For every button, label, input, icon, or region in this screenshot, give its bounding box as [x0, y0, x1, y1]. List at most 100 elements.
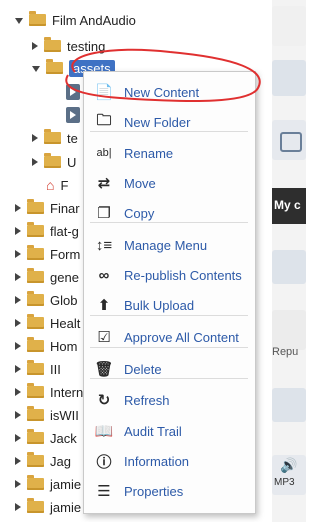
- folder-icon: [27, 245, 44, 260]
- menu-item-refresh[interactable]: ↻ Refresh: [84, 387, 255, 413]
- tree-node-f[interactable]: ⌂ F: [46, 174, 68, 196]
- folder-icon: [27, 199, 44, 214]
- tree-node[interactable]: III: [15, 358, 61, 380]
- menu-item-label: Approve All Content: [124, 329, 239, 345]
- folder-icon: [27, 291, 44, 306]
- folder-icon: [27, 452, 44, 467]
- tree-node-label: te: [67, 130, 78, 146]
- expand-arrow-icon[interactable]: [15, 365, 21, 373]
- tree-node[interactable]: Healt: [15, 312, 80, 334]
- menu-item-audit-trail[interactable]: 📖 Audit Trail: [84, 418, 255, 444]
- tree-node-label: flat-g: [50, 223, 79, 239]
- menu-item-properties[interactable]: ☰ Properties: [84, 478, 255, 504]
- rename-icon: ab|: [96, 147, 112, 159]
- expand-arrow-icon[interactable]: [32, 42, 38, 50]
- folder-icon: [27, 268, 44, 283]
- menu-item-rename[interactable]: ab| Rename: [84, 140, 255, 166]
- audit-trail-icon: 📖: [94, 423, 114, 440]
- menu-item-label: Refresh: [124, 392, 170, 408]
- new-content-icon: 📄: [94, 84, 114, 101]
- expand-arrow-icon[interactable]: [32, 158, 38, 166]
- expand-arrow-icon[interactable]: [15, 227, 21, 235]
- tree-node[interactable]: Finar: [15, 197, 80, 219]
- tree-node-testing[interactable]: testing: [32, 35, 105, 57]
- expand-arrow-icon[interactable]: [32, 134, 38, 142]
- folder-icon: [27, 406, 44, 421]
- tree-node-label: Glob: [50, 292, 78, 308]
- expand-arrow-icon[interactable]: [15, 319, 21, 327]
- republish-icon: ∞: [98, 266, 110, 284]
- trash-icon: 🗑: [94, 361, 114, 378]
- expand-arrow-icon[interactable]: [15, 388, 21, 396]
- tree-node-label: Form: [50, 246, 81, 262]
- menu-item-label: New Content: [124, 84, 200, 100]
- tree-node[interactable]: Hom: [15, 335, 77, 357]
- home-icon: ⌂: [46, 177, 55, 193]
- expand-arrow-icon[interactable]: [15, 296, 21, 304]
- tree-node[interactable]: Jag: [15, 450, 71, 472]
- folder-icon: [27, 475, 44, 490]
- menu-item-label: Information: [124, 453, 190, 469]
- menu-item-label: Copy: [124, 205, 155, 221]
- menu-item-label: Rename: [124, 145, 174, 161]
- tree-node[interactable]: jamie: [15, 473, 81, 495]
- expand-arrow-icon[interactable]: [15, 503, 21, 511]
- expand-arrow-icon[interactable]: [15, 250, 21, 258]
- expand-arrow-icon[interactable]: [15, 342, 21, 350]
- menu-separator: [90, 222, 248, 223]
- folder-icon: [27, 337, 44, 352]
- properties-icon: ☰: [97, 483, 111, 500]
- tree-node-label: Finar: [50, 200, 80, 216]
- expand-arrow-icon[interactable]: [15, 457, 21, 465]
- grid-icon: [280, 132, 302, 152]
- expand-arrow-icon[interactable]: [15, 411, 21, 419]
- menu-item-manage-menu[interactable]: ↕≡ Manage Menu: [84, 232, 255, 258]
- mp3-label: MP3: [274, 477, 295, 488]
- new-folder-icon: 🗀: [96, 111, 112, 129]
- tree-node[interactable]: Form: [15, 243, 80, 265]
- expand-arrow-icon[interactable]: [15, 434, 21, 442]
- move-icon: ⇄: [97, 175, 111, 192]
- menu-item-move[interactable]: ⇄ Move: [84, 170, 255, 196]
- tree-node-label: testing: [67, 38, 106, 54]
- expand-arrow-icon[interactable]: [15, 204, 21, 212]
- expand-arrow-icon[interactable]: [15, 273, 21, 281]
- menu-item-re-publish-contents[interactable]: ∞ Re-publish Contents: [84, 262, 255, 288]
- info-icon: ⓘ: [96, 453, 112, 471]
- tree-node-label: gene: [50, 269, 79, 285]
- folder-icon: [44, 153, 61, 168]
- menu-item-information[interactable]: ⓘ Information: [84, 448, 255, 474]
- manage-menu-icon: ↕≡: [95, 236, 113, 254]
- tree-node-label: Intern: [50, 384, 84, 400]
- tree-node-label: Healt: [50, 315, 81, 331]
- folder-icon: [27, 429, 44, 444]
- context-menu: 📄 New Content 🗀 New Folder ab| Rename ⇄ Move ❐ Co…: [83, 71, 256, 514]
- tree-node-te[interactable]: te: [32, 127, 78, 149]
- tree-node-label: U: [67, 154, 77, 170]
- collapse-arrow-icon[interactable]: [32, 66, 40, 72]
- folder-icon: [44, 37, 61, 52]
- tree-node[interactable]: flat-g: [15, 220, 79, 242]
- expand-arrow-icon[interactable]: [15, 480, 21, 488]
- folder-icon: [27, 222, 44, 237]
- refresh-icon: ↻: [97, 392, 111, 409]
- tree-node-label: Film AndAudio: [52, 12, 136, 28]
- folder-icon: [29, 11, 46, 26]
- bulk-upload-icon: ⬆: [97, 297, 111, 314]
- tree-node-u[interactable]: U: [32, 151, 76, 173]
- tree-node[interactable]: isWII: [15, 404, 79, 426]
- tree-node[interactable]: Jack: [15, 427, 77, 449]
- tree-node[interactable]: Intern: [15, 381, 83, 403]
- menu-item-new-content[interactable]: 📄 New Content: [84, 79, 255, 105]
- tree-node[interactable]: jamie: [15, 496, 81, 518]
- collapse-arrow-icon[interactable]: [15, 18, 23, 24]
- folder-icon: [27, 498, 44, 513]
- approve-icon: ☑: [97, 329, 111, 346]
- tree-node[interactable]: Glob: [15, 289, 77, 311]
- media-file-icon: [66, 107, 80, 123]
- tree-node[interactable]: gene: [15, 266, 79, 288]
- tree-node-film-and-audio[interactable]: Film AndAudio: [15, 9, 136, 31]
- media-file-icon: [66, 84, 80, 100]
- menu-item-label: Manage Menu: [124, 237, 208, 253]
- menu-separator: [90, 131, 248, 132]
